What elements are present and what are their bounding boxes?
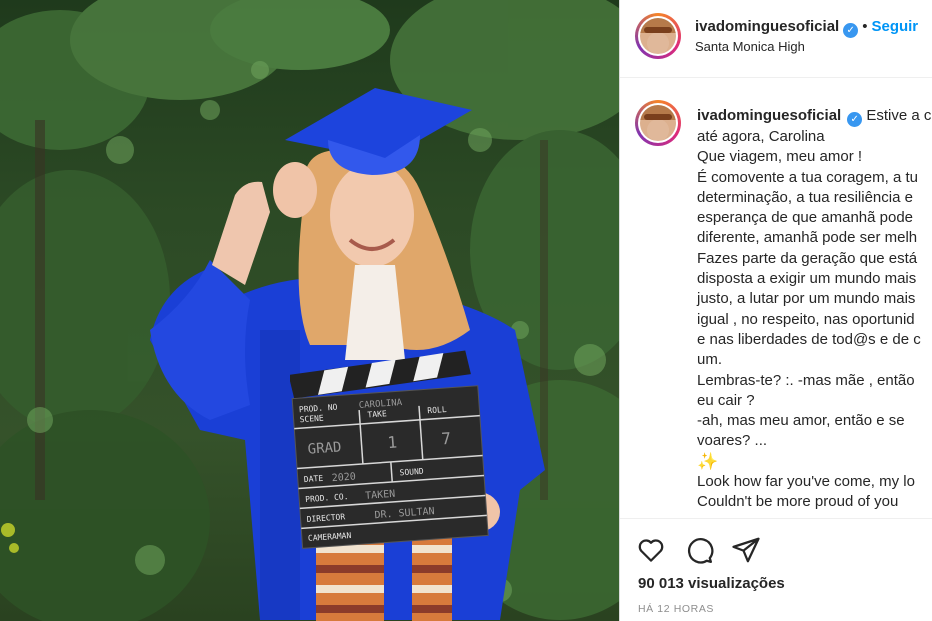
post-username[interactable]: ivadominguesoficial xyxy=(695,18,839,35)
clapper-scene-label: SCENE xyxy=(299,414,324,425)
caption-verified-badge-icon: ✓ xyxy=(847,112,863,127)
caption-line: justo, a lutar por um mundo mais xyxy=(697,290,916,308)
post-actions: 90 013 visualizações HÁ 12 HORAS xyxy=(620,518,932,621)
separator-dot: • xyxy=(862,18,868,35)
like-heart-icon[interactable] xyxy=(636,535,666,565)
post-location[interactable]: Santa Monica High xyxy=(695,39,805,54)
view-count[interactable]: 90 013 visualizações xyxy=(638,575,785,592)
caption-line: Fazes parte da geração que está xyxy=(697,249,918,267)
clapper-scene-value: GRAD xyxy=(307,439,342,457)
caption-first-line: Estive a c xyxy=(866,107,932,124)
post-side-panel: ivadominguesoficial ✓ • Seguir Santa Monica… xyxy=(619,0,932,621)
clapper-date-value: 2020 xyxy=(331,471,356,484)
clapper-roll-label: ROLL xyxy=(427,405,447,415)
caption-line: igual , no respeito, nas oportunid xyxy=(697,310,915,328)
clapperboard: PROD. NO CAROLINA SCENE TAKE ROLL GRAD 1… xyxy=(290,350,489,549)
clapper-date-label: DATE xyxy=(304,474,324,484)
post-caption: ivadominguesoficial ✓ Estive a c até agor… xyxy=(697,106,932,513)
caption-line: É comovente a tua coragem, a tu xyxy=(697,168,918,186)
clapper-take-label: TAKE xyxy=(367,409,387,419)
clapper-roll-value: 7 xyxy=(441,429,452,449)
post-video[interactable]: PROD. NO CAROLINA SCENE TAKE ROLL GRAD 1… xyxy=(0,0,619,621)
caption-line: -ah, mas meu amor, então e se xyxy=(697,412,905,430)
post-header: ivadominguesoficial ✓ • Seguir Santa Monica… xyxy=(620,0,932,78)
caption-line: Lembras-te? :. -mas mãe , então xyxy=(697,371,915,389)
caption-line: um. xyxy=(697,351,723,369)
avatar[interactable] xyxy=(635,13,681,59)
verified-badge-icon: ✓ xyxy=(843,23,859,38)
caption-line: esperança de que amanhã pode xyxy=(697,209,914,227)
follow-button[interactable]: Seguir xyxy=(871,18,918,35)
caption-line: diferente, amanhã pode ser melh xyxy=(697,229,918,247)
clapper-sound-label: SOUND xyxy=(399,467,424,478)
caption-line: voares? ... xyxy=(697,432,768,450)
clapper-take-value: 1 xyxy=(387,433,398,453)
caption-line: disposta a exigir um mundo mais xyxy=(697,270,917,288)
caption-avatar[interactable] xyxy=(635,100,681,146)
profile-picture xyxy=(640,18,676,54)
caption-profile-picture xyxy=(640,105,676,141)
clapper-prod-co-value: TAKEN xyxy=(365,489,396,502)
share-direct-icon[interactable] xyxy=(731,535,761,565)
caption-line: Couldn't be more proud of you xyxy=(697,493,899,511)
caption-line: determinação, a tua resiliência e xyxy=(697,188,913,206)
caption-line: e nas liberdades de tod@s e de c xyxy=(697,330,921,348)
caption-username[interactable]: ivadominguesoficial xyxy=(697,107,841,124)
caption-line: até agora, Carolina xyxy=(697,128,825,145)
caption-line: Look how far you've come, my lo xyxy=(697,473,915,491)
caption-scroll-area[interactable]: ivadominguesoficial ✓ Estive a c até agor… xyxy=(620,79,932,518)
comment-icon[interactable] xyxy=(684,535,714,565)
post-timestamp[interactable]: HÁ 12 HORAS xyxy=(638,603,714,615)
caption-line: eu cair ? xyxy=(697,391,755,409)
caption-line: Que viagem, meu amor ! xyxy=(697,148,863,166)
sparkles-icon: ✨ xyxy=(697,451,719,471)
